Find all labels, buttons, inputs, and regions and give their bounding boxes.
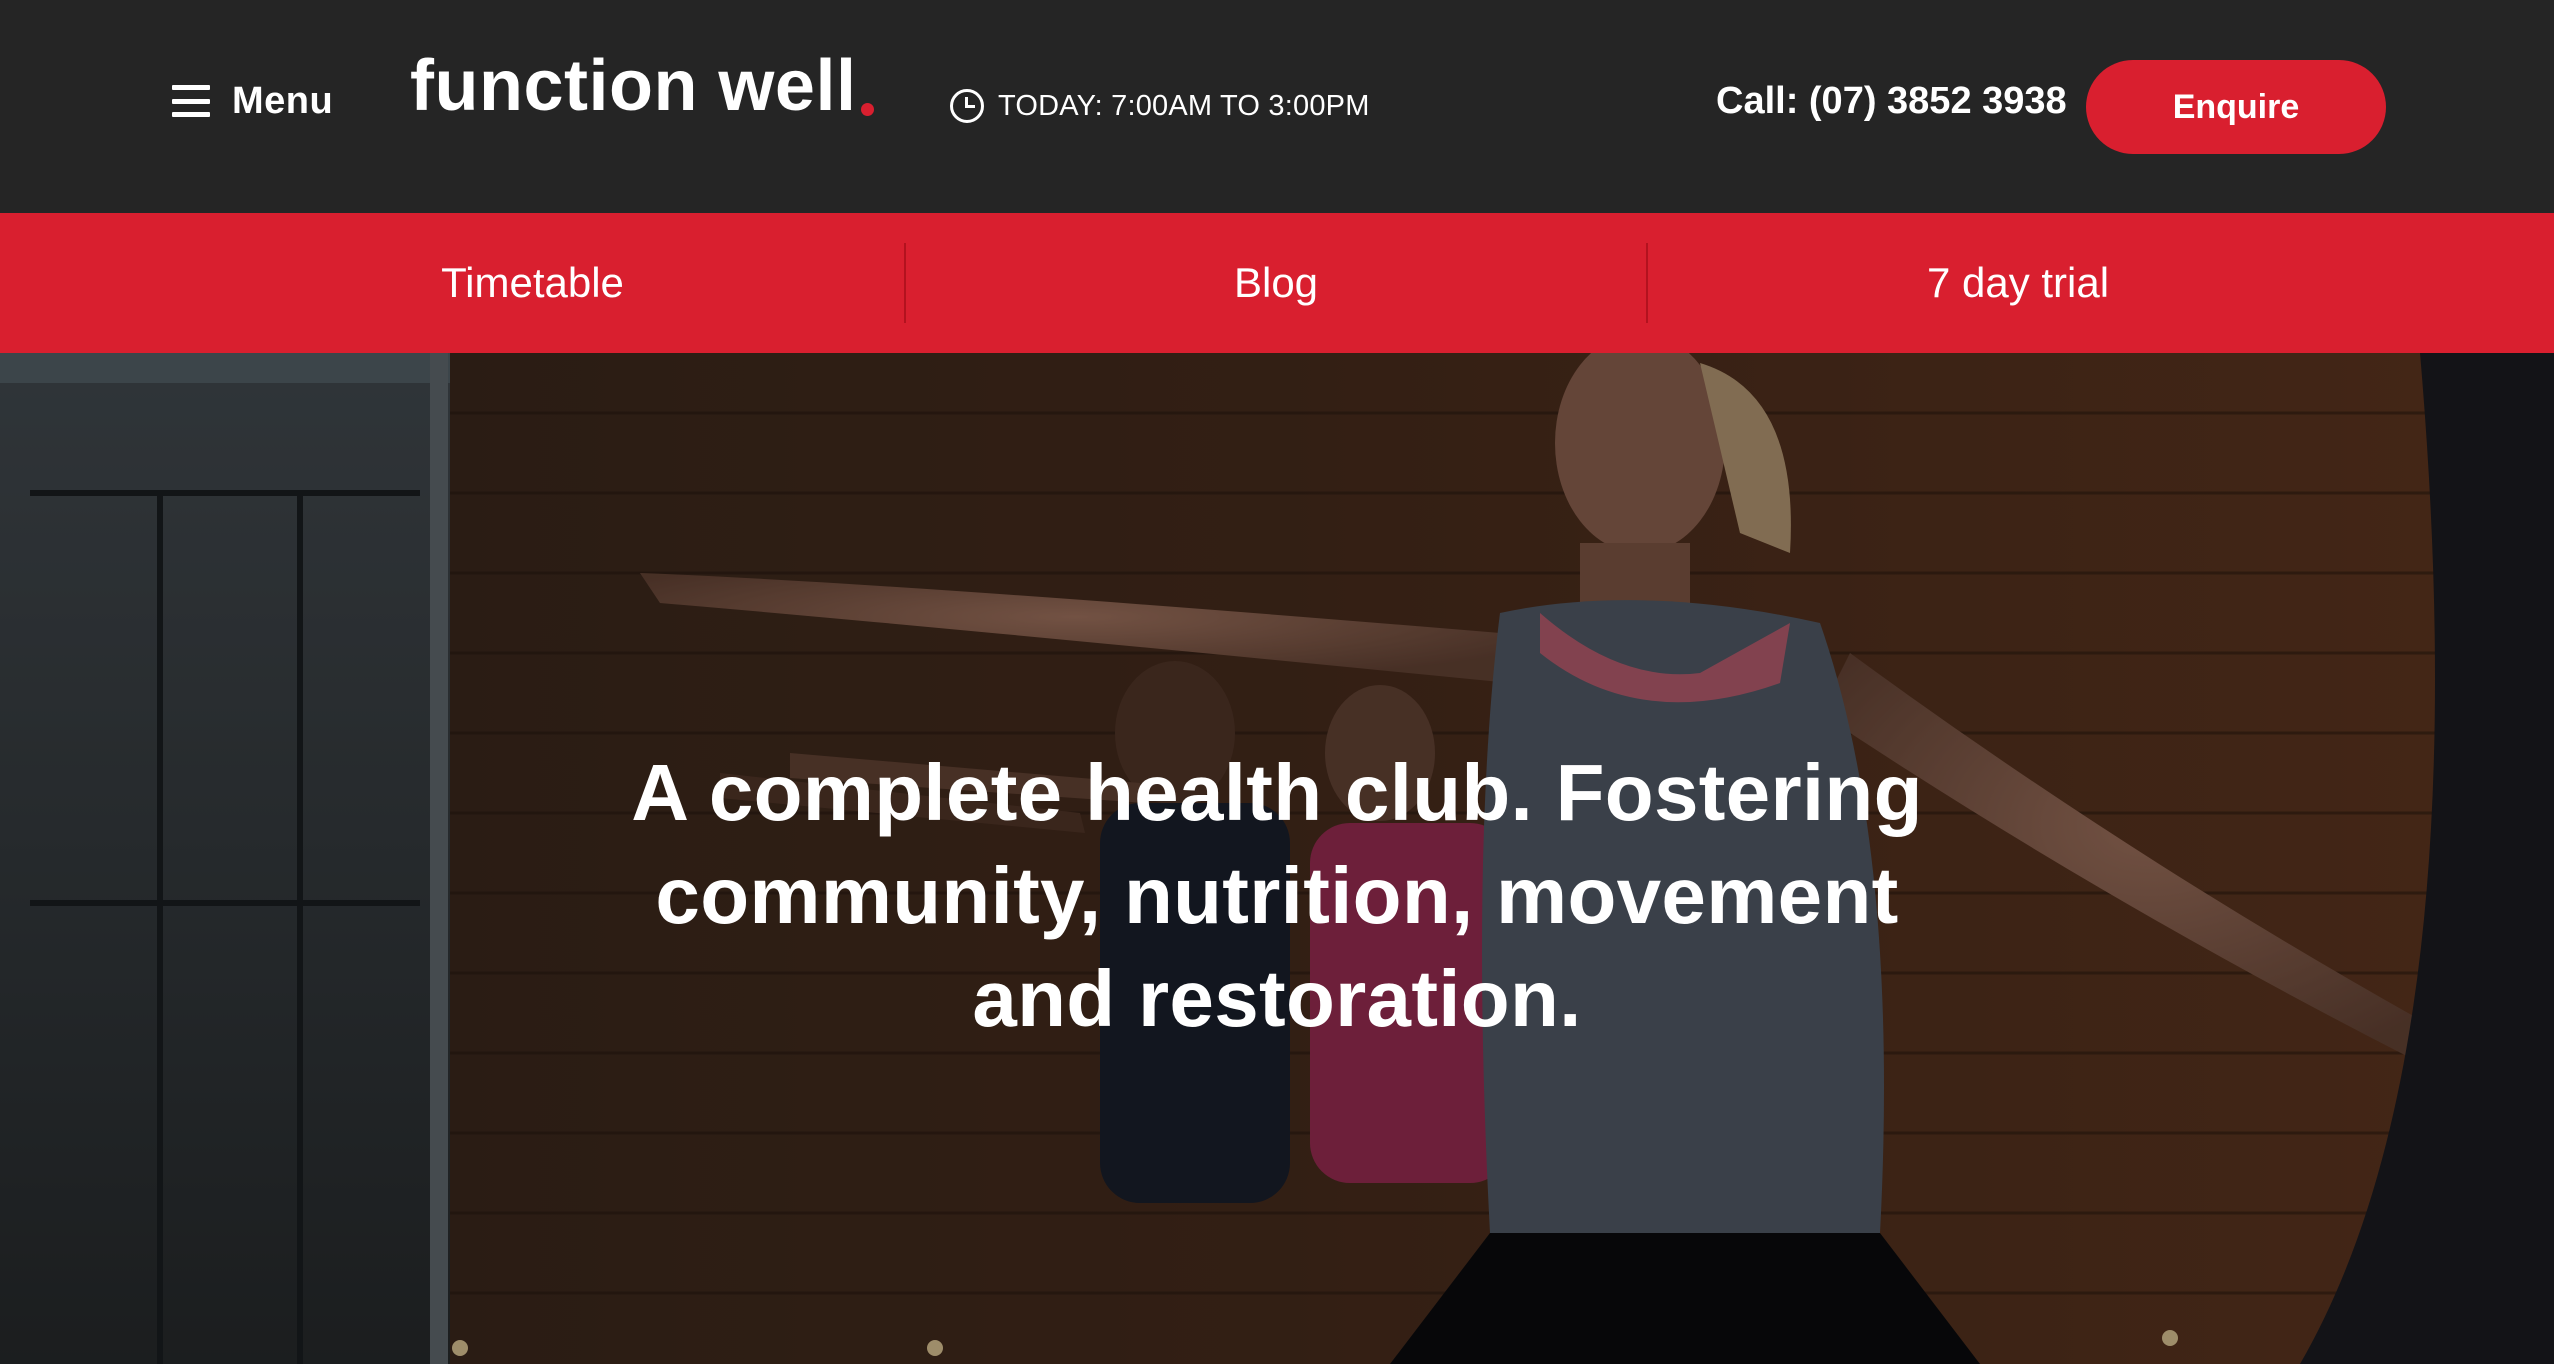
logo-text: function well — [410, 46, 857, 126]
clock-icon — [950, 89, 984, 123]
hero-section: A complete health club. Fostering commun… — [0, 353, 2554, 1364]
hero-headline: A complete health club. Fostering commun… — [631, 748, 1923, 1043]
phone-link[interactable]: Call: (07) 3852 3938 — [1716, 80, 2067, 123]
enquire-button[interactable]: Enquire — [2086, 60, 2386, 154]
menu-label: Menu — [232, 79, 334, 122]
nav-item-trial[interactable]: 7 day trial — [1647, 213, 2389, 353]
page: Menu function well TODAY: 7:00AM TO 3:00… — [0, 0, 2554, 1364]
opening-hours: TODAY: 7:00AM TO 3:00PM — [950, 89, 1370, 123]
nav-item-timetable[interactable]: Timetable — [160, 213, 905, 353]
menu-button[interactable]: Menu — [172, 75, 333, 127]
logo[interactable]: function well — [410, 46, 875, 126]
site-header: Menu function well TODAY: 7:00AM TO 3:00… — [0, 0, 2554, 213]
hours-text: TODAY: 7:00AM TO 3:00PM — [998, 89, 1370, 122]
secondary-nav: Timetable Blog 7 day trial — [0, 213, 2554, 353]
hamburger-icon — [172, 85, 210, 117]
nav-item-blog[interactable]: Blog — [905, 213, 1647, 353]
logo-dot — [861, 103, 875, 116]
